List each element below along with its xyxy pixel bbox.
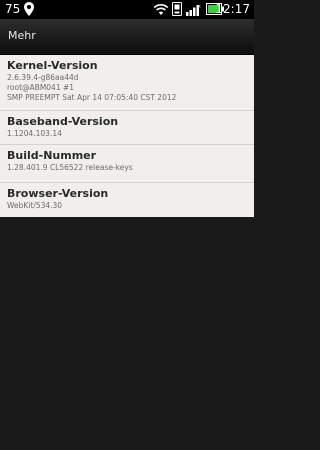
item-title: Browser-Version (7, 187, 109, 200)
location-pin-icon (24, 2, 34, 16)
list-item-browser-version[interactable]: Browser-Version WebKit/534.30 (0, 183, 254, 217)
phone-storage-icon (172, 2, 182, 16)
signal-icon: × (186, 4, 201, 16)
wifi-icon (153, 3, 169, 15)
item-value: 1.1204.103.14 (7, 129, 62, 138)
item-value: 1.28.401.9 CL56522 release-keys (7, 163, 133, 172)
item-value: root@ABM041 #1 (7, 83, 75, 92)
settings-list: Kernel-Version 2.6.39.4-g86aa44d root@AB… (0, 55, 254, 217)
svg-text:×: × (197, 4, 201, 10)
item-value: SMP PREEMPT Sat Apr 14 07:05:40 CST 2012 (7, 93, 177, 102)
title-bar: Mehr (0, 19, 254, 55)
item-value: WebKit/534.30 (7, 201, 63, 210)
list-item-kernel-version[interactable]: Kernel-Version 2.6.39.4-g86aa44d root@AB… (0, 55, 254, 111)
clock: 12:17 (215, 2, 250, 16)
list-item-baseband-version[interactable]: Baseband-Version 1.1204.103.14 (0, 111, 254, 145)
item-value: 2.6.39.4-g86aa44d (7, 73, 79, 82)
item-title: Build-Nummer (7, 149, 97, 162)
notification-count: 75 (5, 2, 21, 16)
status-bar: 75 × 12:17 (0, 0, 254, 19)
page-title: Mehr (8, 29, 36, 42)
item-title: Baseband-Version (7, 115, 119, 128)
item-title: Kernel-Version (7, 59, 98, 72)
list-item-build-number[interactable]: Build-Nummer 1.28.401.9 CL56522 release-… (0, 145, 254, 183)
